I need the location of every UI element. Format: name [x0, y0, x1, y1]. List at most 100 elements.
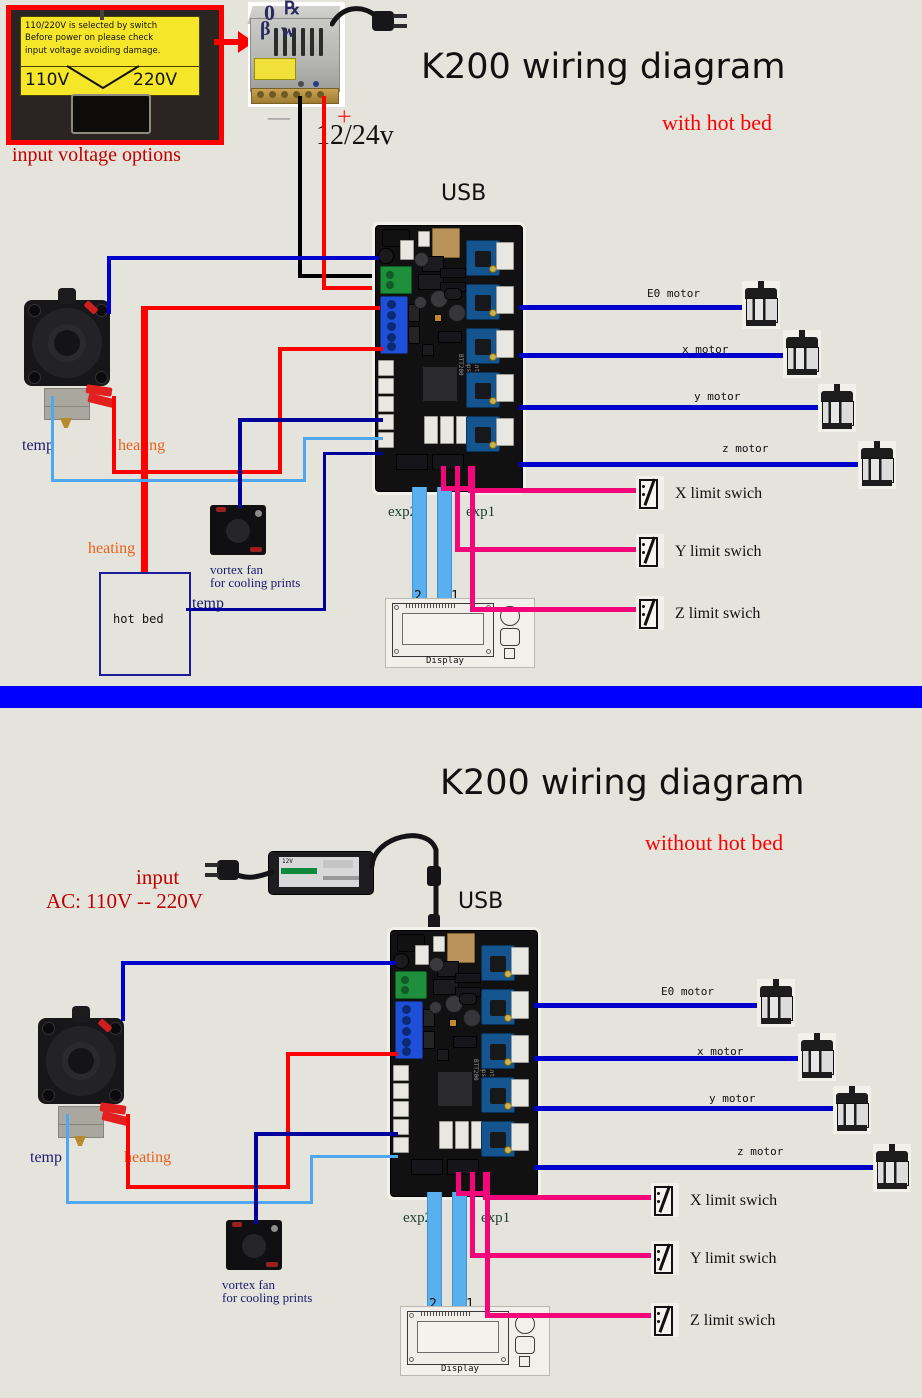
pin-header — [455, 973, 481, 983]
small-component — [422, 344, 434, 356]
terminal-pin — [401, 986, 409, 994]
wire-hotend-heater-to-board-b — [286, 1052, 398, 1056]
wire-hotend-thermistor-to-board-b — [310, 1155, 398, 1158]
voltage-note-line1: 110/220V is selected by switch — [25, 21, 158, 31]
plug-body — [372, 11, 394, 31]
voltage-switch-slot — [71, 94, 151, 134]
adapter-voltage-text: 12V — [282, 858, 293, 865]
display-sd-slot[interactable] — [519, 1356, 530, 1367]
display-mount-hole — [501, 1357, 506, 1362]
hotend-top-nut — [58, 288, 76, 304]
psu-ac-plug — [372, 11, 408, 31]
stepper-driver-y — [481, 1033, 515, 1069]
wire-endstop-x-b — [483, 1195, 651, 1200]
fan-screw — [28, 304, 41, 317]
voltage-note-line3: input voltage avoiding damage. — [25, 45, 161, 56]
electrolytic-cap — [429, 957, 444, 972]
fan-screw — [42, 1089, 55, 1102]
left-connector — [378, 378, 394, 394]
display-mount-hole — [409, 1357, 414, 1362]
vortex-fan-wire — [232, 1222, 242, 1227]
fan-screw — [42, 1022, 55, 1035]
left-connector — [378, 432, 394, 448]
display-mount-hole — [394, 605, 399, 610]
limit-switch-y-icon-top — [636, 534, 664, 568]
display-reset-button[interactable] — [500, 628, 520, 646]
driver-chip — [475, 295, 491, 311]
stepper-motor-x-top — [783, 330, 821, 378]
motor-label-e0-bottom: E0 motor — [661, 985, 714, 998]
heater-block-lower — [58, 1124, 104, 1138]
plug-prong — [205, 863, 219, 867]
vortex-fan-line2-top: for cooling prints — [210, 575, 301, 590]
input-voltage-photo: 110/220V is selected by switch Before po… — [6, 5, 224, 145]
exp2-header — [396, 454, 428, 470]
ribbon-cable-exp2 — [427, 1192, 442, 1312]
left-connector — [393, 1137, 409, 1153]
psu-scribble: w — [281, 20, 296, 42]
display-mount-hole — [409, 1313, 414, 1318]
bottom-panel-title: K200 wiring diagram — [440, 763, 805, 803]
limit-switch-y-label-top: Y limit swich — [675, 543, 762, 560]
electrolytic-cap — [429, 1001, 442, 1014]
left-connector — [378, 396, 394, 412]
wire-motor-z-b — [534, 1165, 875, 1170]
small-connector — [433, 936, 445, 952]
vortex-fan-line2-bottom: for cooling prints — [222, 1290, 313, 1305]
psu-vent — [319, 28, 323, 56]
display-reset-button[interactable] — [515, 1336, 535, 1354]
terminal-pin — [387, 311, 396, 320]
display-pin-header — [421, 1312, 471, 1316]
motor-base — [822, 423, 852, 429]
motor-base — [862, 480, 892, 486]
vortex-fan-wire — [216, 507, 226, 512]
limit-switch-terminal — [657, 1312, 660, 1315]
wire-psu-positive-horizontal — [322, 286, 378, 290]
display-mount-hole — [394, 649, 399, 654]
bottom-panel-subtitle: without hot bed — [645, 830, 784, 855]
motor-connector-e0 — [496, 242, 514, 270]
fan-screw — [28, 371, 41, 384]
top-panel-title: K200 wiring diagram — [421, 47, 786, 87]
wire-hotbed-thermistor-horizontal — [186, 608, 326, 611]
terminal-pin — [386, 271, 394, 279]
wire-endstop-y-riser — [455, 508, 460, 552]
fan-screw — [95, 371, 108, 384]
psu-screw — [305, 91, 312, 98]
motor-base — [761, 1018, 791, 1024]
wire-hotend-thermistor-to-board — [303, 437, 383, 440]
green-power-terminal — [395, 971, 427, 999]
driver-chip — [475, 383, 491, 399]
wire-hotend-heater-right — [278, 347, 282, 472]
display-sd-slot[interactable] — [504, 648, 515, 659]
control-board-bottom: BTT200 Ramps Printer — [390, 930, 538, 1197]
stepper-motor-y-bottom — [833, 1086, 871, 1134]
wire-hotend-heater-left-b — [126, 1114, 130, 1189]
terminal-pin — [387, 300, 396, 309]
psu-vent — [310, 28, 314, 56]
stepper-driver-z — [466, 372, 500, 408]
adapter-label-green-bar — [281, 868, 317, 874]
wire-motor-y — [519, 405, 820, 410]
stepper-driver-y — [466, 328, 500, 364]
limit-switch-x-icon-top — [636, 476, 664, 510]
crystal — [459, 993, 477, 1005]
left-connector — [378, 360, 394, 376]
wire-hotbed-heater — [141, 306, 148, 572]
wire-psu-negative-vertical — [298, 96, 302, 278]
stepper-motor-e0-top — [742, 281, 780, 329]
photo-strut — [100, 10, 104, 20]
left-connector — [393, 1065, 409, 1081]
driver-chip — [490, 1132, 506, 1148]
blue-terminal-block — [380, 296, 408, 354]
endstop-connector — [455, 1121, 469, 1149]
wire-hotend-thermistor-horizontal-b — [66, 1201, 313, 1204]
voltage-pointer-v — [66, 65, 140, 90]
wire-motor-z — [519, 462, 860, 467]
wire-psu-negative-horizontal — [298, 274, 376, 278]
wire-hotend-fan-horizontal — [107, 256, 379, 260]
left-connector — [393, 1083, 409, 1099]
motor-connector-x — [496, 286, 514, 314]
microcontroller — [422, 366, 458, 402]
vortex-fan-screw — [271, 1225, 278, 1232]
